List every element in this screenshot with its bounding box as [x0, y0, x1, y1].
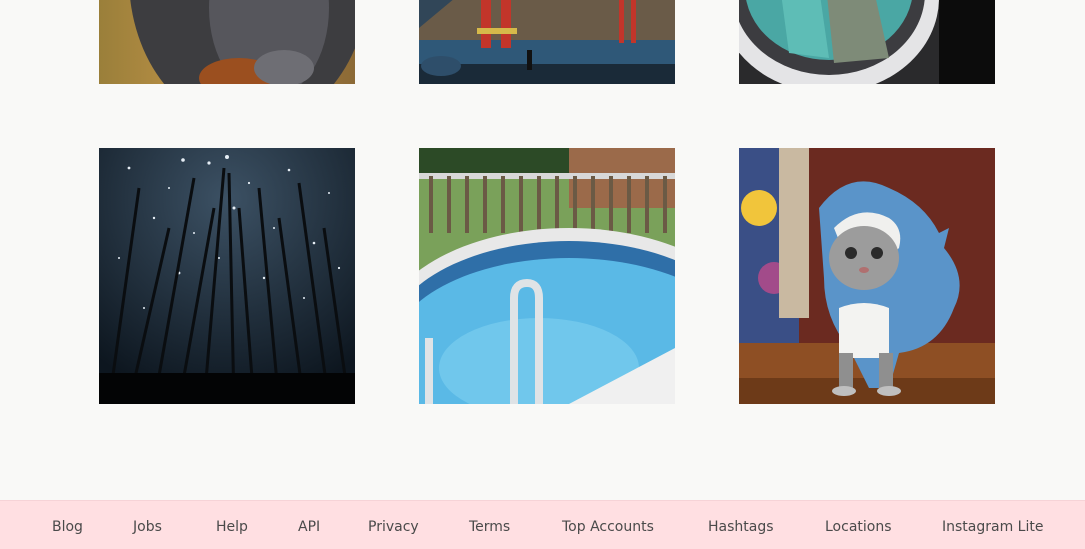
footer-link-instagram-lite[interactable]: Instagram Lite	[942, 518, 1043, 536]
footer-link-blog[interactable]: Blog	[52, 518, 83, 536]
footer-nav: Blog Jobs Help API Privacy Terms Top Acc…	[0, 501, 1085, 549]
photo-tile-cat-shark[interactable]	[739, 148, 995, 404]
cat-in-shark-costume-photo	[739, 148, 995, 404]
footer-link-hashtags[interactable]: Hashtags	[708, 518, 774, 536]
page: Blog Jobs Help API Privacy Terms Top Acc…	[0, 0, 1085, 549]
photo-tile-airplane-window[interactable]	[739, 0, 995, 84]
footer-link-api[interactable]: API	[298, 518, 320, 536]
photo-tile-bridge[interactable]	[419, 0, 675, 84]
starry-forest-photo	[99, 148, 355, 404]
footer-link-help[interactable]: Help	[216, 518, 248, 536]
photo-tile-dog[interactable]	[99, 0, 355, 84]
golden-gate-bridge-photo	[419, 0, 675, 84]
footer-link-locations[interactable]: Locations	[825, 518, 892, 536]
footer-link-top-accounts[interactable]: Top Accounts	[562, 518, 654, 536]
footer: Blog Jobs Help API Privacy Terms Top Acc…	[0, 500, 1085, 549]
footer-link-terms[interactable]: Terms	[469, 518, 510, 536]
swimming-pool-photo	[419, 148, 675, 404]
dog-photo	[99, 0, 355, 84]
airplane-window-photo	[739, 0, 995, 84]
photo-tile-pool[interactable]	[419, 148, 675, 404]
footer-link-jobs[interactable]: Jobs	[133, 518, 162, 536]
footer-link-privacy[interactable]: Privacy	[368, 518, 419, 536]
photo-tile-starry-forest[interactable]	[99, 148, 355, 404]
